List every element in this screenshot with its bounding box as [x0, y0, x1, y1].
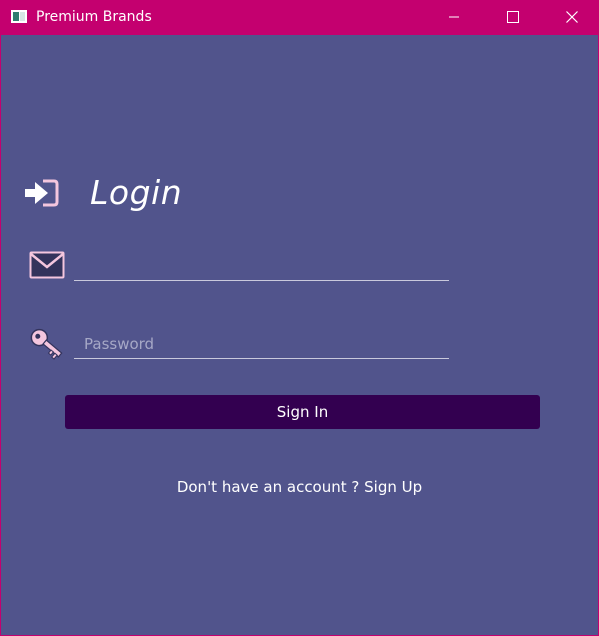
minimize-button[interactable]	[431, 0, 477, 35]
email-field[interactable]	[74, 251, 449, 281]
close-icon	[566, 11, 578, 23]
close-button[interactable]	[549, 0, 595, 35]
password-field[interactable]	[74, 329, 449, 359]
minimize-icon	[449, 16, 459, 18]
app-window: Premium Brands Login Sign In Don't have …	[0, 0, 599, 636]
login-form: Login Sign In Don't have an account ? Si…	[1, 35, 598, 635]
maximize-icon	[507, 11, 519, 23]
window-title: Premium Brands	[36, 9, 152, 25]
signup-prompt-line: Don't have an account ? Sign Up	[1, 477, 598, 497]
login-heading: Login	[90, 173, 183, 212]
app-icon	[11, 10, 27, 23]
title-bar[interactable]: Premium Brands	[1, 0, 598, 35]
sign-up-link[interactable]: Sign Up	[364, 478, 422, 496]
maximize-button[interactable]	[490, 0, 536, 35]
sign-in-button[interactable]: Sign In	[65, 395, 540, 429]
login-arrow-icon	[25, 179, 59, 207]
signup-prompt-text: Don't have an account ?	[176, 478, 360, 496]
key-icon	[30, 328, 63, 360]
envelope-icon	[29, 251, 65, 279]
